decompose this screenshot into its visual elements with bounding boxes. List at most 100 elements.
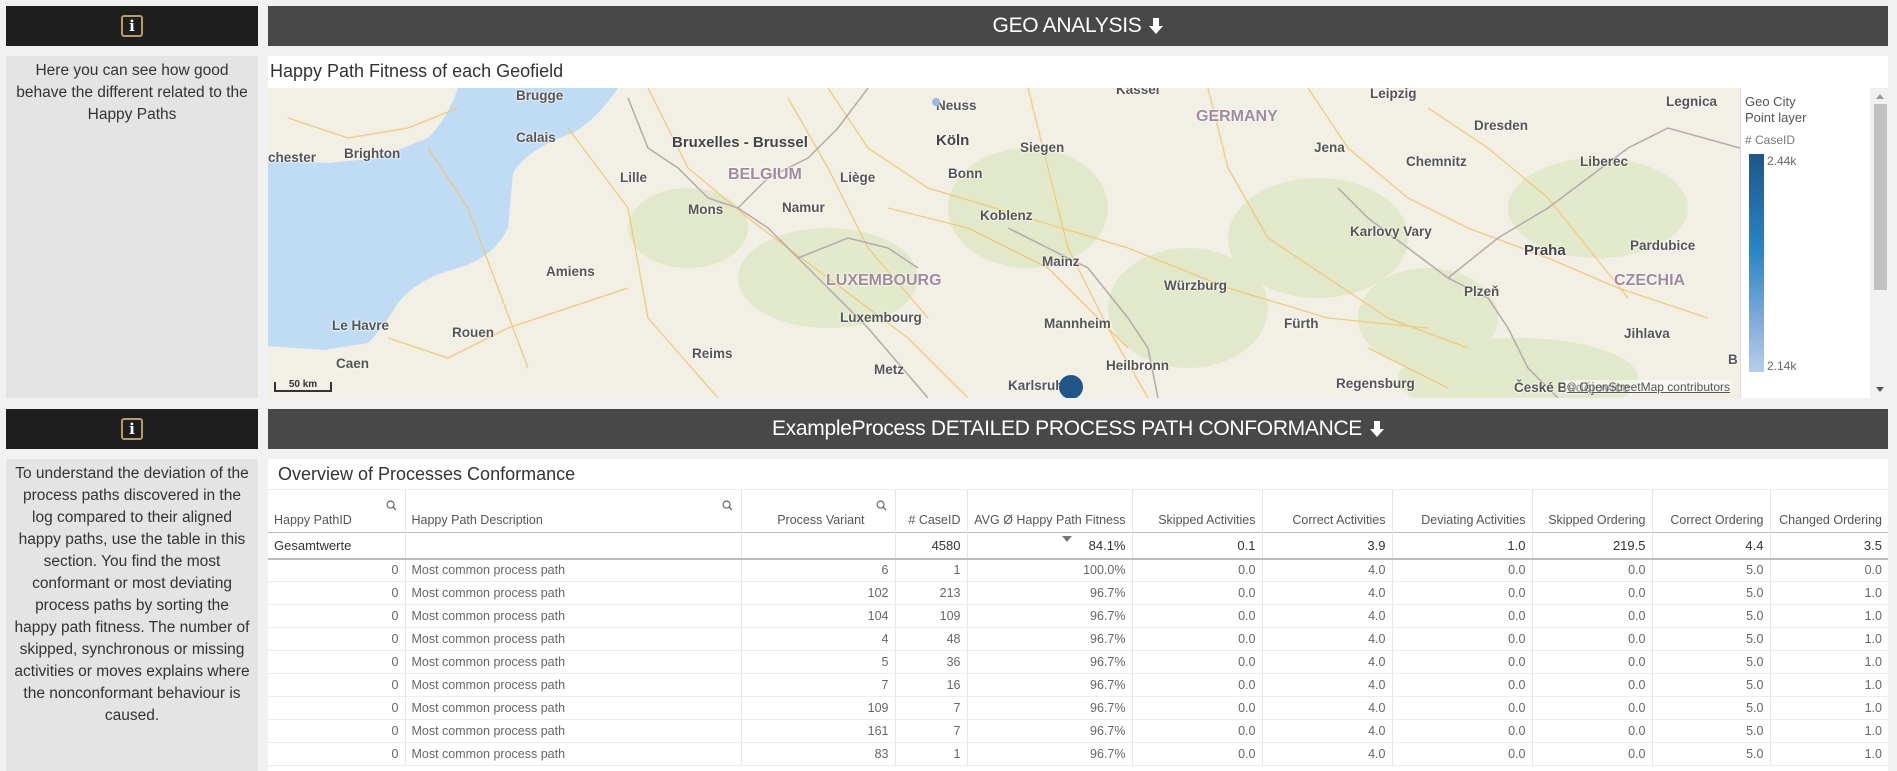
- table-cell: 96.7%: [966, 604, 1132, 628]
- totals-row: Gesamtwerte 4580 84.1% 0.1 3.9 1.0 219.5…: [268, 532, 1888, 560]
- map-city-label: Neuss: [936, 98, 977, 113]
- map-city-label: Brugge: [516, 88, 564, 103]
- table-cell: 0.0: [1391, 650, 1532, 674]
- table-row[interactable]: 0 Most common process path 6 1 100.0% 0.0 4.0 0…: [268, 558, 1888, 582]
- table-cell: 4.0: [1261, 604, 1392, 628]
- column-header-skipped-ordering[interactable]: Skipped Ordering: [1531, 489, 1652, 533]
- table-cell: 0.0: [1131, 696, 1262, 720]
- geo-analysis-header[interactable]: GEO ANALYSIS: [268, 6, 1888, 46]
- totals-cell: 219.5: [1531, 532, 1652, 560]
- search-icon[interactable]: [386, 500, 397, 511]
- table-cell: 0: [268, 696, 405, 720]
- column-header-changed-ordering[interactable]: Changed Ordering: [1769, 489, 1888, 533]
- table-row[interactable]: 0 Most common process path 161 7 96.7% 0.0 4.0…: [268, 719, 1888, 743]
- table-cell: 16: [894, 673, 967, 697]
- legend-title-line1: Geo City: [1745, 94, 1796, 109]
- conformance-title: ExampleProcess DETAILED PROCESS PATH CON…: [771, 417, 1363, 440]
- table-row[interactable]: 0 Most common process path 102 213 96.7% 0.0 4…: [268, 581, 1888, 605]
- scroll-down-icon[interactable]: [1876, 387, 1884, 392]
- table-cell: 83: [740, 742, 895, 766]
- table-cell: 5.0: [1651, 719, 1770, 743]
- geo-point-marker[interactable]: [932, 98, 940, 106]
- table-row[interactable]: 0 Most common process path 104 109 96.7% 0.0 4…: [268, 604, 1888, 628]
- geo-analysis-title: GEO ANALYSIS: [992, 14, 1142, 37]
- table-cell: 1.0: [1769, 604, 1888, 628]
- table-cell: 0: [268, 627, 405, 651]
- geo-map[interactable]: Brugge Calais Brighton chester Bruxelles…: [268, 88, 1740, 398]
- table-cell: 96.7%: [966, 581, 1132, 605]
- column-header-happy-path-description[interactable]: Happy Path Description: [404, 489, 741, 533]
- table-cell: 5.0: [1651, 742, 1770, 766]
- table-cell: 213: [894, 581, 967, 605]
- table-cell: 0.0: [1531, 558, 1652, 582]
- search-icon[interactable]: [876, 500, 887, 511]
- column-header-label: Skipped Activities: [1158, 513, 1256, 527]
- table-row[interactable]: 0 Most common process path 4 48 96.7% 0.0 4.0 0…: [268, 627, 1888, 651]
- map-background: [268, 88, 1740, 398]
- column-header-correct-activities[interactable]: Correct Activities: [1261, 489, 1392, 533]
- map-city-label: Jena: [1314, 140, 1345, 155]
- scroll-thumb[interactable]: [1874, 104, 1887, 290]
- map-attribution-link[interactable]: © OpenStreetMap contributors: [1565, 380, 1732, 394]
- conformance-table: Happy PathID Happy Path Description Proc…: [268, 489, 1888, 766]
- table-cell: 0.0: [1769, 558, 1888, 582]
- table-row[interactable]: 0 Most common process path 7 16 96.7% 0.0 4.0 0…: [268, 673, 1888, 697]
- column-header-correct-ordering[interactable]: Correct Ordering: [1651, 489, 1770, 533]
- scroll-up-icon[interactable]: [1876, 94, 1884, 99]
- table-cell: 0.0: [1391, 558, 1532, 582]
- table-cell: Most common process path: [404, 558, 741, 582]
- table-cell: 0.0: [1391, 581, 1532, 605]
- map-title-card: Happy Path Fitness of each Geofield: [268, 56, 1888, 88]
- table-cell: 5.0: [1651, 627, 1770, 651]
- totals-cell: 3.9: [1261, 532, 1392, 560]
- table-cell: 1.0: [1769, 627, 1888, 651]
- map-city-label: Koblenz: [980, 208, 1033, 223]
- map-city-label: Praha: [1524, 242, 1566, 259]
- geo-point-marker[interactable]: [1059, 375, 1083, 398]
- table-cell: 0.0: [1131, 650, 1262, 674]
- legend-color-gradient: [1749, 154, 1764, 372]
- table-cell: 0.0: [1131, 742, 1262, 766]
- table-row[interactable]: 0 Most common process path 109 7 96.7% 0.0 4.0…: [268, 696, 1888, 720]
- column-header-happy-path-id[interactable]: Happy PathID: [268, 489, 405, 533]
- table-cell: Most common process path: [404, 604, 741, 628]
- column-header-process-variant[interactable]: Process Variant: [740, 489, 895, 533]
- table-cell: 5: [740, 650, 895, 674]
- map-city-label: Fürth: [1284, 316, 1319, 331]
- map-city-label: Brighton: [344, 146, 401, 161]
- info-icon[interactable]: i: [121, 15, 143, 37]
- table-cell: 5.0: [1651, 650, 1770, 674]
- table-cell: 5.0: [1651, 581, 1770, 605]
- info-icon[interactable]: i: [121, 418, 143, 440]
- legend-scrollbar[interactable]: [1872, 88, 1888, 398]
- table-cell: 96.7%: [966, 650, 1132, 674]
- table-cell: 0: [268, 742, 405, 766]
- table-cell: 0.0: [1391, 719, 1532, 743]
- map-city-label: Chemnitz: [1406, 154, 1467, 169]
- totals-cell: 3.5: [1769, 532, 1888, 560]
- table-cell: 0.0: [1391, 742, 1532, 766]
- table-row[interactable]: 0 Most common process path 5 36 96.7% 0.0 4.0 0…: [268, 650, 1888, 674]
- table-cell: 96.7%: [966, 742, 1132, 766]
- map-city-label: Leipzig: [1370, 88, 1417, 101]
- map-city-label: Jihlava: [1624, 326, 1670, 341]
- map-scale-bar: 50 km: [274, 379, 332, 392]
- table-cell: 0.0: [1531, 673, 1652, 697]
- column-header-skipped-activities[interactable]: Skipped Activities: [1131, 489, 1262, 533]
- table-cell: 0: [268, 719, 405, 743]
- table-cell: 1.0: [1769, 696, 1888, 720]
- map-city-label: Bruxelles - Brussel: [672, 134, 808, 151]
- map-scale-label: 50 km: [288, 379, 318, 390]
- table-cell: 0.0: [1131, 673, 1262, 697]
- search-icon[interactable]: [722, 500, 733, 511]
- column-header-case-id[interactable]: # CaseID: [894, 489, 967, 533]
- table-cell: 4.0: [1261, 742, 1392, 766]
- map-city-label: Legnica: [1666, 94, 1718, 109]
- column-header-label: Changed Ordering: [1779, 513, 1882, 527]
- column-header-avg-happy-path-fitness[interactable]: AVG Ø Happy Path Fitness: [966, 489, 1132, 542]
- totals-cell: 1.0: [1391, 532, 1532, 560]
- table-row[interactable]: 0 Most common process path 83 1 96.7% 0.0 4.0 0…: [268, 742, 1888, 766]
- column-header-deviating-activities[interactable]: Deviating Activities: [1391, 489, 1532, 533]
- conformance-header[interactable]: ExampleProcess DETAILED PROCESS PATH CON…: [268, 409, 1888, 449]
- table-cell: 0.0: [1391, 673, 1532, 697]
